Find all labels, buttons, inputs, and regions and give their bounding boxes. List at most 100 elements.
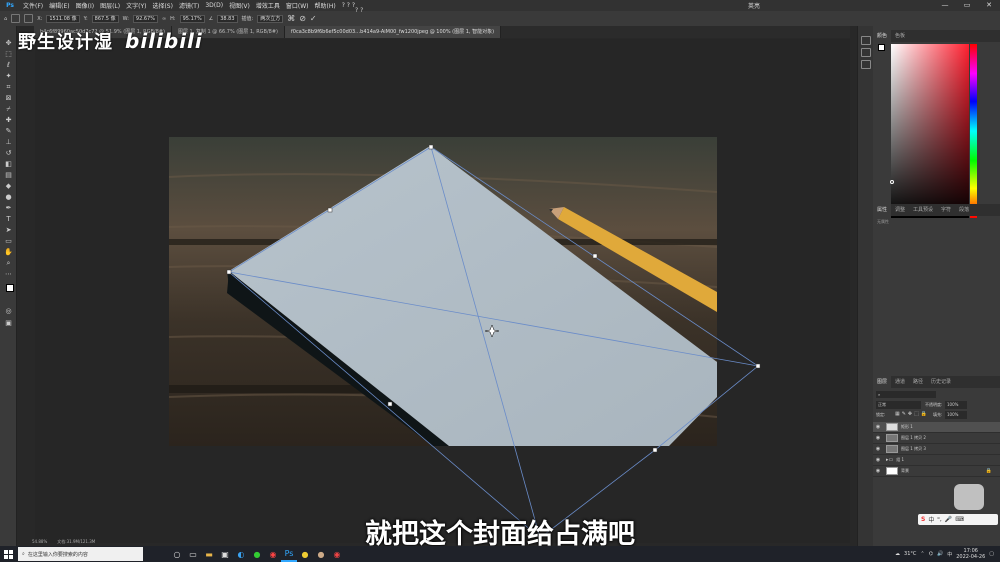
ime-punct-icon[interactable]: ᵒ, [937, 516, 941, 523]
visibility-eye-icon[interactable]: ◉ [873, 435, 883, 441]
interpolation-select[interactable]: 两次立方 [257, 14, 284, 23]
layer-row[interactable]: ◉ 矩形 1 [873, 422, 1000, 433]
tab-tool-presets[interactable]: 工具预设 [909, 204, 937, 216]
panel-fg-swatch[interactable] [878, 44, 885, 51]
marquee-tool-icon[interactable]: ⬚ [3, 49, 14, 59]
menu-layer[interactable]: 图层(L) [97, 1, 123, 10]
ime-mode[interactable]: 中 [928, 515, 934, 524]
dodge-tool-icon[interactable]: ● [3, 192, 14, 202]
magic-wand-tool-icon[interactable]: ✦ [3, 71, 14, 81]
menu-help[interactable]: 帮助(H) [312, 1, 339, 10]
clock[interactable]: 17:06 2022-04-26 [956, 548, 985, 560]
rectangle-tool-icon[interactable]: ▭ [3, 236, 14, 246]
eyedropper-tool-icon[interactable]: ⌿ [3, 104, 14, 114]
close-icon[interactable]: ✕ [978, 0, 1000, 11]
blur-tool-icon[interactable]: ◆ [3, 181, 14, 191]
ime-mic-icon[interactable]: 🎤 [945, 516, 952, 523]
visibility-eye-icon[interactable]: ◉ [873, 457, 883, 463]
commit-transform-icon[interactable]: ✓ [310, 14, 317, 23]
zoom-level[interactable]: 54.88% [32, 539, 47, 544]
properties-panel-icon[interactable] [861, 48, 871, 57]
layer-row[interactable]: ◉ 图层 1 拷贝 3 [873, 444, 1000, 455]
opacity-field[interactable]: 100% [945, 401, 967, 409]
tab-document-3[interactable]: f0ca3c8b9f6b6ef5c00d03…b414a9-AiM00_fw12… [285, 26, 502, 38]
menu-view[interactable]: 视图(V) [226, 1, 253, 10]
document-size[interactable]: 文档:31.9M/121.3M [57, 539, 95, 545]
height-field[interactable]: 95.17% [179, 14, 205, 23]
history-brush-tool-icon[interactable]: ↺ [3, 148, 14, 158]
notification-icon[interactable]: ▢ [989, 551, 994, 557]
tab-history[interactable]: 历史记录 [927, 376, 955, 388]
warp-icon[interactable]: ⌘ [287, 14, 295, 23]
wechat-icon[interactable]: ● [249, 546, 265, 562]
menu-filter[interactable]: 滤镜(T) [176, 1, 202, 10]
menu-3d[interactable]: 3D(D) [202, 2, 226, 9]
taskbar-search[interactable]: ⌕ 在这里输入你要搜索的内容 [18, 547, 143, 561]
app-icon-2[interactable]: ● [313, 546, 329, 562]
network-icon[interactable]: ⌬ [929, 551, 933, 557]
tab-paths[interactable]: 路径 [909, 376, 927, 388]
width-field[interactable]: 92.67% [132, 14, 158, 23]
color-field[interactable] [891, 44, 969, 218]
widgets-icon[interactable]: ▭ [185, 546, 201, 562]
menu-type[interactable]: 文字(Y) [123, 1, 149, 10]
blend-mode-select[interactable]: 正常 [876, 401, 921, 409]
frame-tool-icon[interactable]: ⊠ [3, 93, 14, 103]
store-icon[interactable]: ▣ [217, 546, 233, 562]
eraser-tool-icon[interactable]: ◧ [3, 159, 14, 169]
tab-color[interactable]: 颜色 [873, 30, 892, 42]
reference-point-icon[interactable] [24, 14, 34, 23]
link-icon[interactable]: ∞ [162, 16, 166, 22]
visibility-eye-icon[interactable]: ◉ [873, 446, 883, 452]
x-field[interactable]: 1511.08 像 [46, 14, 80, 23]
tab-channels[interactable]: 通道 [891, 376, 909, 388]
tab-swatches[interactable]: 色板 [891, 30, 909, 42]
visibility-eye-icon[interactable]: ◉ [873, 424, 883, 430]
ime-toolbar[interactable]: S 中 ᵒ, 🎤 ⌨ [918, 514, 998, 525]
tab-adjustments[interactable]: 调整 [891, 204, 909, 216]
chrome-icon[interactable]: ◉ [265, 546, 281, 562]
photoshop-taskbar-icon[interactable]: Ps [281, 546, 297, 562]
document-image[interactable] [169, 137, 717, 446]
weather-icon[interactable]: ☁ [895, 551, 900, 557]
ime-tray-icon[interactable]: 中 [947, 551, 952, 558]
zoom-tool-icon[interactable]: ⌕ [3, 258, 14, 268]
fill-field[interactable]: 100% [945, 411, 967, 419]
app-icon-3[interactable]: ◉ [329, 546, 345, 562]
angle-field[interactable]: 38.83 [217, 14, 238, 23]
tab-character[interactable]: 字符 [937, 204, 955, 216]
windows-start-icon[interactable] [0, 546, 16, 562]
healing-brush-tool-icon[interactable]: ✚ [3, 115, 14, 125]
move-tool-icon[interactable]: ✥ [3, 38, 14, 48]
history-panel-icon[interactable] [861, 36, 871, 45]
tab-properties[interactable]: 属性 [873, 204, 892, 216]
brush-tool-icon[interactable]: ✎ [3, 126, 14, 136]
app-icon-1[interactable]: ● [297, 546, 313, 562]
type-tool-icon[interactable]: T [3, 214, 14, 224]
layer-filter-search[interactable]: ⌕ [876, 391, 936, 398]
more-tools-icon[interactable]: ⋯ [3, 269, 14, 279]
lasso-tool-icon[interactable]: ℓ [3, 60, 14, 70]
maximize-icon[interactable]: ▭ [956, 0, 978, 11]
volume-icon[interactable]: 🔊 [937, 551, 943, 557]
libraries-panel-icon[interactable] [861, 60, 871, 69]
foreground-color-swatch[interactable] [6, 284, 14, 292]
menu-select[interactable]: 选择(S) [149, 1, 176, 10]
home-icon[interactable]: ⌂ [4, 16, 7, 22]
weather-temp[interactable]: 31°C [904, 551, 916, 557]
minimize-icon[interactable]: — [934, 0, 956, 11]
y-field[interactable]: 867.5 像 [91, 14, 119, 23]
pen-tool-icon[interactable]: ✒ [3, 203, 14, 213]
tray-overflow-icon[interactable]: ⌃ [920, 551, 924, 557]
task-view-icon[interactable]: ○ [169, 546, 185, 562]
quick-mask-icon[interactable]: ◎ [3, 306, 14, 316]
menu-file[interactable]: 文件(F) [20, 1, 46, 10]
cancel-transform-icon[interactable]: ⊘ [299, 14, 306, 23]
path-selection-tool-icon[interactable]: ➤ [3, 225, 14, 235]
ime-keyboard-icon[interactable]: ⌨ [955, 516, 964, 523]
visibility-eye-icon[interactable]: ◉ [873, 468, 883, 474]
hue-slider[interactable] [970, 44, 977, 218]
tab-paragraph[interactable]: 段落 [955, 204, 973, 216]
gradient-tool-icon[interactable]: ▤ [3, 170, 14, 180]
crop-tool-icon[interactable]: ⌗ [3, 82, 14, 92]
